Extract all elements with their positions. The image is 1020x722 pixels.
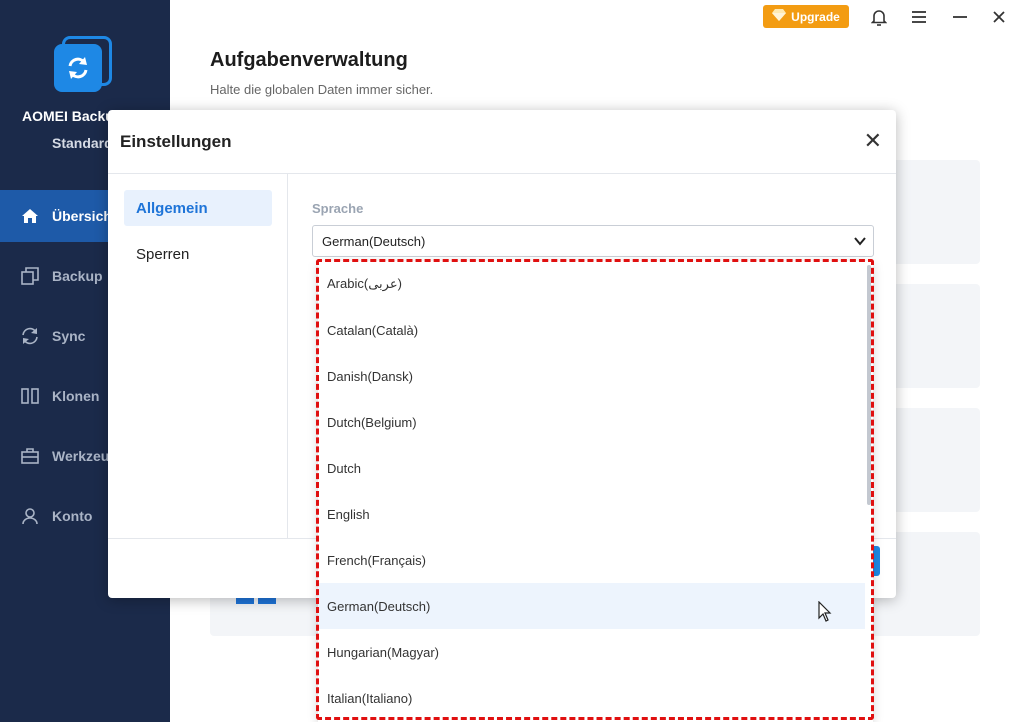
upgrade-label: Upgrade — [791, 9, 840, 24]
sidebar-item-label: Sync — [52, 328, 86, 344]
close-icon[interactable] — [989, 7, 1009, 27]
dialog-close-icon[interactable]: ✕ — [864, 130, 882, 152]
language-option-italian[interactable]: Italian(Italiano) — [318, 675, 873, 721]
language-option-catalan[interactable]: Catalan(Català) — [318, 307, 873, 353]
app-edition: Standard — [52, 135, 113, 151]
sidebar-item-label: Konto — [52, 508, 93, 524]
sidebar-item-label: Backup — [52, 268, 103, 284]
app-logo-icon — [54, 36, 112, 94]
language-select-value: German(Deutsch) — [322, 233, 426, 249]
upgrade-button[interactable]: Upgrade — [763, 5, 849, 28]
backup-icon — [20, 266, 40, 286]
language-dropdown-list[interactable]: Arabic(عربى) Catalan(Català) Danish(Dans… — [318, 261, 873, 722]
language-option-dutch[interactable]: Dutch — [318, 445, 873, 491]
language-option-hungarian[interactable]: Hungarian(Magyar) — [318, 629, 873, 675]
bell-icon[interactable] — [869, 7, 889, 27]
sidebar-item-label: Übersicht — [52, 208, 117, 224]
language-option-danish[interactable]: Danish(Dansk) — [318, 353, 873, 399]
language-option-english[interactable]: English — [318, 491, 873, 537]
page-title: Aufgabenverwaltung — [210, 49, 408, 71]
language-option-german[interactable]: German(Deutsch) — [318, 583, 865, 629]
settings-tabs: Allgemein Sperren — [108, 174, 288, 538]
tools-icon — [20, 446, 40, 466]
sidebar-item-label: Klonen — [52, 388, 100, 404]
language-select[interactable]: German(Deutsch) — [312, 225, 874, 257]
clone-icon — [20, 386, 40, 406]
chevron-down-icon — [853, 234, 867, 251]
diamond-icon — [772, 9, 787, 24]
tab-lock[interactable]: Sperren — [124, 236, 272, 272]
language-label: Sprache — [312, 201, 364, 216]
language-option-french[interactable]: French(Français) — [318, 537, 873, 583]
ok-button[interactable] — [872, 546, 880, 576]
sync-icon — [20, 326, 40, 346]
app-name: AOMEI Backu — [22, 108, 114, 124]
tab-general[interactable]: Allgemein — [124, 190, 272, 226]
page-subtitle: Halte die globalen Daten immer sicher. — [210, 82, 434, 97]
home-icon — [20, 206, 40, 226]
language-option-dutch-belgium[interactable]: Dutch(Belgium) — [318, 399, 873, 445]
windows-icon — [236, 598, 276, 604]
minimize-icon[interactable] — [950, 7, 970, 27]
menu-icon[interactable] — [909, 7, 929, 27]
dropdown-scrollbar[interactable] — [867, 265, 871, 505]
language-option-arabic[interactable]: Arabic(عربى) — [318, 261, 873, 307]
dialog-title: Einstellungen — [120, 132, 232, 151]
mouse-cursor-icon — [818, 601, 832, 622]
user-icon — [20, 506, 40, 526]
